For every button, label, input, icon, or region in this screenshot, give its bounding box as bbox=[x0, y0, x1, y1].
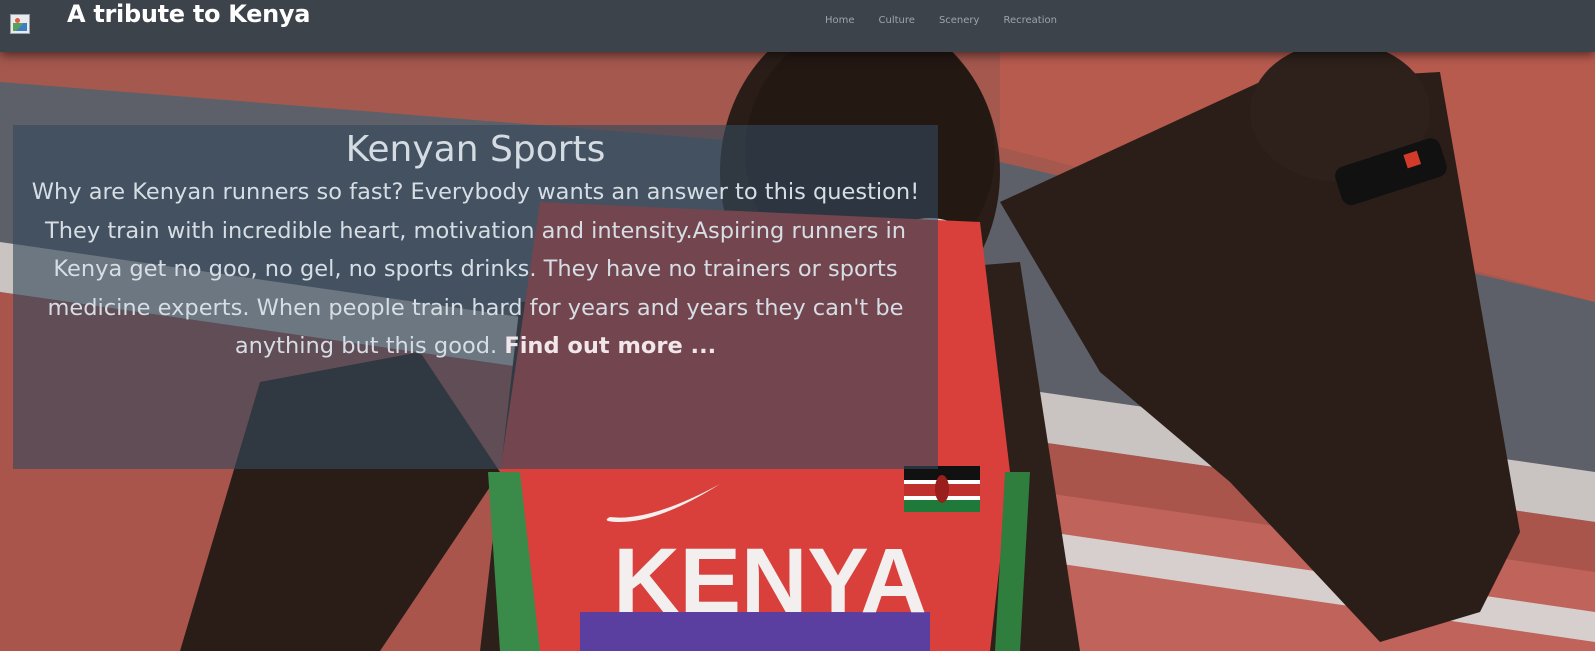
nav-link-scenery[interactable]: Scenery bbox=[939, 15, 980, 27]
nav-link-home[interactable]: Home bbox=[825, 15, 855, 27]
nav-links: Home Culture Scenery Recreation bbox=[825, 15, 1057, 27]
top-navbar: A tribute to Kenya Home Culture Scenery … bbox=[0, 0, 1595, 52]
panel-body-text: Why are Kenyan runners so fast? Everybod… bbox=[13, 173, 938, 366]
find-out-more-link[interactable]: Find out more ... bbox=[504, 333, 716, 359]
nav-link-culture[interactable]: Culture bbox=[879, 15, 915, 27]
jersey-text: KENYA bbox=[613, 530, 927, 632]
nav-link-recreation[interactable]: Recreation bbox=[1003, 15, 1056, 27]
panel-body-copy: Why are Kenyan runners so fast? Everybod… bbox=[31, 179, 920, 359]
broken-image-icon bbox=[10, 14, 30, 34]
page: KENYA A tribute to Kenya Home Culture Sc… bbox=[0, 0, 1595, 651]
panel-heading: Kenyan Sports bbox=[345, 129, 606, 170]
sports-info-panel: Kenyan Sports Why are Kenyan runners so … bbox=[13, 125, 938, 469]
brand-title[interactable]: A tribute to Kenya bbox=[67, 0, 310, 28]
